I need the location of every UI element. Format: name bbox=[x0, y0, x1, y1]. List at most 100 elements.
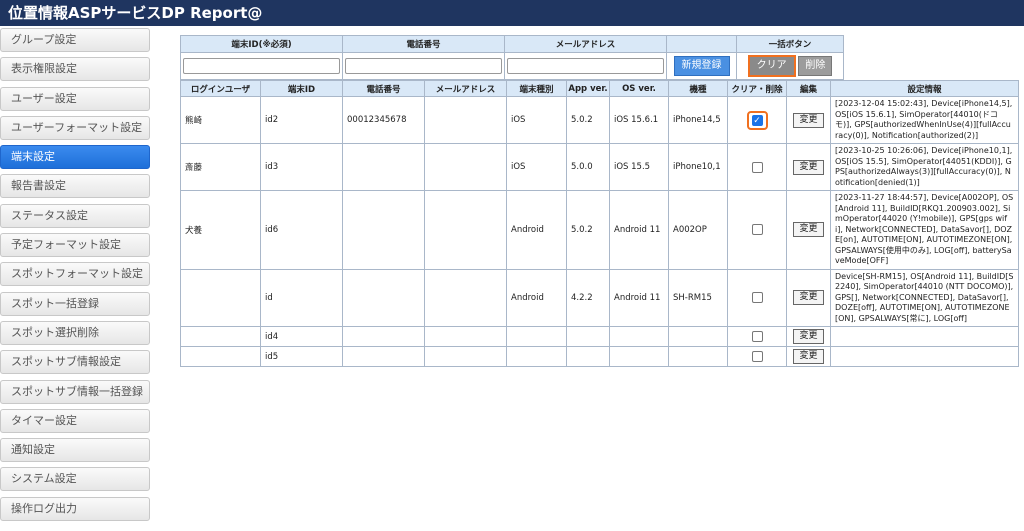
cell-model: iPhone14,5 bbox=[668, 96, 728, 144]
cell-model bbox=[668, 326, 728, 347]
cell-mail bbox=[424, 346, 507, 367]
sidebar-item[interactable]: 操作ログ出力 bbox=[0, 496, 150, 521]
checkbox-highlight: ✓ bbox=[746, 110, 768, 130]
new-button-cell: 新規登録 bbox=[666, 52, 737, 80]
delete-button[interactable]: 削除 bbox=[798, 56, 833, 76]
bulk-button-cell: クリア 削除 bbox=[736, 52, 844, 80]
sidebar-item[interactable]: スポットサブ情報一括登録 bbox=[0, 379, 150, 404]
cell-info: [2023-12-04 15:02:43], Device[iPhone14,5… bbox=[830, 96, 1019, 144]
cell-info: [2023-11-27 18:44:57], Device[A002OP], O… bbox=[830, 190, 1019, 270]
column-header: 設定情報 bbox=[830, 80, 1019, 97]
sidebar-item[interactable]: タイマー設定 bbox=[0, 408, 150, 433]
change-button[interactable]: 変更 bbox=[793, 222, 824, 238]
cell-id: id4 bbox=[260, 326, 343, 347]
sidebar-item[interactable]: グループ設定 bbox=[0, 28, 150, 52]
cell-select bbox=[727, 346, 787, 367]
cell-os: iOS 15.5 bbox=[609, 143, 669, 191]
column-header: 電話番号 bbox=[342, 80, 425, 97]
change-button[interactable]: 変更 bbox=[793, 349, 824, 364]
phone-cell bbox=[342, 52, 505, 80]
cell-select bbox=[727, 143, 787, 191]
cell-os: iOS 15.6.1 bbox=[609, 96, 669, 144]
sidebar-item[interactable]: 予定フォーマット設定 bbox=[0, 233, 150, 258]
sidebar-item[interactable]: 端末設定 bbox=[0, 145, 150, 170]
clear-button[interactable]: クリア bbox=[747, 55, 796, 77]
terminal-id-cell bbox=[180, 52, 343, 80]
cell-id: id6 bbox=[260, 190, 343, 270]
cell-type: iOS bbox=[506, 96, 567, 144]
cell-phone bbox=[342, 326, 425, 347]
row-checkbox[interactable]: ✓ bbox=[751, 114, 763, 126]
cell-edit: 変更 bbox=[786, 96, 831, 144]
sidebar-item[interactable]: 通知設定 bbox=[0, 438, 150, 463]
sidebar-item[interactable]: 報告書設定 bbox=[0, 174, 150, 199]
column-header: クリア・削除 bbox=[727, 80, 787, 97]
row-checkbox[interactable] bbox=[751, 161, 763, 173]
sidebar-item[interactable]: ユーザーフォーマット設定 bbox=[0, 115, 150, 140]
column-header: メールアドレス bbox=[424, 80, 507, 97]
cell-info: [2023-10-25 10:26:06], Device[iPhone10,1… bbox=[830, 143, 1019, 191]
cell-phone: 00012345678 bbox=[342, 96, 425, 144]
cell-info: Device[SH-RM15], OS[Android 11], BuildID… bbox=[830, 268, 1019, 327]
table-header-row: ログインユーザ 端末ID 電話番号 メールアドレス 端末種別 App ver. OS ver… bbox=[180, 80, 1019, 97]
terminal-id-input[interactable] bbox=[183, 58, 340, 74]
new-register-button[interactable]: 新規登録 bbox=[673, 56, 730, 76]
change-button[interactable]: 変更 bbox=[793, 329, 824, 344]
cell-user: 熊崎 bbox=[180, 96, 261, 144]
sidebar-item[interactable]: スポット選択削除 bbox=[0, 320, 150, 345]
phone-input[interactable] bbox=[345, 58, 502, 74]
sidebar-item[interactable]: スポットフォーマット設定 bbox=[0, 262, 150, 287]
cell-mail bbox=[424, 143, 507, 191]
app-title: 位置情報ASPサービスDP Report@ bbox=[0, 0, 1024, 26]
cell-app: 5.0.0 bbox=[566, 143, 610, 191]
cell-model: iPhone10,1 bbox=[668, 143, 728, 191]
cell-mail bbox=[424, 96, 507, 144]
main-content: 端末ID(※必須) 電話番号 メールアドレス 一括ボタン 新規登録 クリア 削除… bbox=[180, 35, 1019, 367]
row-checkbox[interactable] bbox=[751, 351, 763, 362]
search-form: 端末ID(※必須) 電話番号 メールアドレス 一括ボタン 新規登録 クリア 削除 bbox=[180, 35, 844, 80]
column-header: ログインユーザ bbox=[180, 80, 261, 97]
cell-type: Android bbox=[506, 268, 567, 327]
sidebar-item[interactable]: 表示権限設定 bbox=[0, 57, 150, 82]
cell-app: 4.2.2 bbox=[566, 268, 610, 327]
mail-input[interactable] bbox=[507, 58, 664, 74]
column-header: 機種 bbox=[668, 80, 728, 97]
cell-model: SH-RM15 bbox=[668, 268, 728, 327]
table-row: 斎藤 id3 iOS 5.0.0 iOS 15.5 iPhone10,1 変更 [2023-1… bbox=[180, 143, 1019, 191]
row-checkbox[interactable] bbox=[751, 224, 763, 236]
cell-os: Android 11 bbox=[609, 268, 669, 327]
cell-type: Android bbox=[506, 190, 567, 270]
cell-mail bbox=[424, 326, 507, 347]
sidebar-item[interactable]: ステータス設定 bbox=[0, 203, 150, 228]
column-header: 編集 bbox=[786, 80, 831, 97]
sidebar-item[interactable]: スポット一括登録 bbox=[0, 291, 150, 316]
row-checkbox[interactable] bbox=[751, 292, 763, 304]
cell-mail bbox=[424, 268, 507, 327]
cell-phone bbox=[342, 346, 425, 367]
cell-user bbox=[180, 268, 261, 327]
column-header: OS ver. bbox=[609, 80, 669, 97]
cell-edit: 変更 bbox=[786, 268, 831, 327]
change-button[interactable]: 変更 bbox=[793, 290, 824, 306]
cell-phone bbox=[342, 268, 425, 327]
col-phone-header: 電話番号 bbox=[342, 35, 505, 53]
col-bulk-header: 一括ボタン bbox=[736, 35, 844, 53]
cell-select bbox=[727, 326, 787, 347]
table-row: 熊崎 id2 00012345678 iOS 5.0.2 iOS 15.6.1 iPhone… bbox=[180, 96, 1019, 144]
cell-os: Android 11 bbox=[609, 190, 669, 270]
col-terminal-id-header: 端末ID(※必須) bbox=[180, 35, 343, 53]
sidebar-item[interactable]: システム設定 bbox=[0, 467, 150, 492]
cell-user bbox=[180, 346, 261, 367]
change-button[interactable]: 変更 bbox=[793, 112, 824, 128]
change-button[interactable]: 変更 bbox=[793, 159, 824, 175]
col-empty-header bbox=[666, 35, 737, 53]
sidebar-item[interactable]: ユーザー設定 bbox=[0, 86, 150, 111]
row-checkbox[interactable] bbox=[751, 331, 763, 342]
sidebar-item[interactable]: スポットサブ情報設定 bbox=[0, 350, 150, 375]
cell-id: id bbox=[260, 268, 343, 327]
col-mail-header: メールアドレス bbox=[504, 35, 667, 53]
cell-edit: 変更 bbox=[786, 143, 831, 191]
cell-model bbox=[668, 346, 728, 367]
column-header: App ver. bbox=[566, 80, 610, 97]
cell-edit: 変更 bbox=[786, 190, 831, 270]
